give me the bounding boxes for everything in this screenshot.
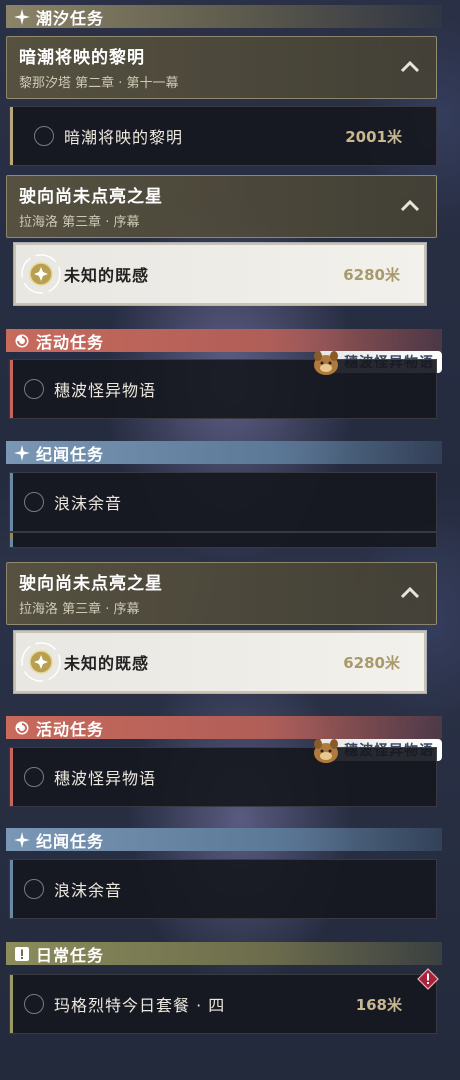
chapter-subtitle: 黎那汐塔 第二章 · 第十一幕 [19, 76, 179, 91]
quest-row-lore[interactable]: 浪沫余音 [9, 472, 437, 532]
quest-status-circle [24, 767, 44, 787]
quest-distance: 6280米 [343, 265, 400, 284]
quest-row-unknown-active[interactable]: 未知的既感 6280米 [13, 630, 427, 694]
compass-target-icon[interactable] [18, 251, 64, 297]
quest-list-panel-bottom[interactable]: 驶向尚未点亮之星 拉海洛 第三章 · 序幕 未知的既感 6280米 活动任务 穗… [0, 540, 460, 1080]
quest-name: 未知的既感 [64, 654, 150, 673]
section-header-lore[interactable]: 纪闻任务 [6, 828, 442, 851]
swirl-icon [12, 331, 32, 351]
sparkle-icon [12, 7, 32, 27]
chevron-up-icon[interactable] [400, 585, 420, 599]
quest-status-circle [24, 379, 44, 399]
quest-status-circle [24, 492, 44, 512]
quest-distance: 2001米 [345, 127, 402, 146]
section-header-tide[interactable]: 潮汐任务 [6, 5, 442, 28]
quest-row-partial[interactable] [9, 532, 437, 540]
quest-name: 浪沫余音 [54, 881, 123, 900]
quest-row-unknown-active[interactable]: 未知的既感 6280米 [13, 242, 427, 306]
chapter-title: 驶向尚未点亮之星 [19, 574, 163, 594]
sparkle-icon [12, 443, 32, 463]
quest-name: 浪沫余音 [54, 494, 123, 513]
dog-mascot-icon [310, 346, 342, 378]
quest-row-partial[interactable] [9, 540, 437, 548]
quest-row-lore[interactable]: 浪沫余音 [9, 859, 437, 919]
chapter-card-star[interactable]: 驶向尚未点亮之星 拉海洛 第三章 · 序幕 [6, 562, 437, 625]
quest-stripe [10, 360, 13, 418]
swirl-icon [12, 718, 32, 738]
section-title: 活动任务 [36, 719, 105, 739]
quest-name: 玛格烈特今日套餐 · 四 [54, 996, 226, 1015]
quest-name: 穗波怪异物语 [54, 381, 157, 400]
quest-stripe [10, 540, 13, 547]
quest-name: 未知的既感 [64, 266, 150, 285]
quest-row-dawn[interactable]: 暗潮将映的黎明 2001米 [9, 106, 437, 166]
warning-diamond-icon [417, 968, 439, 990]
section-title: 纪闻任务 [36, 831, 105, 851]
quest-stripe [10, 975, 13, 1033]
quest-name: 暗潮将映的黎明 [64, 128, 184, 147]
chapter-card-dawn[interactable]: 暗潮将映的黎明 黎那汐塔 第二章 · 第十一幕 [6, 36, 437, 99]
section-title: 纪闻任务 [36, 444, 105, 464]
quest-stripe [10, 107, 13, 165]
quest-stripe [10, 860, 13, 918]
quest-stripe [10, 473, 13, 531]
section-header-event[interactable]: 活动任务 [6, 716, 442, 739]
exclamation-box-icon [12, 944, 32, 964]
quest-stripe [10, 748, 13, 806]
quest-status-circle [24, 994, 44, 1014]
section-title: 活动任务 [36, 332, 105, 352]
chevron-up-icon[interactable] [400, 198, 420, 212]
quest-status-circle [24, 879, 44, 899]
section-header-lore[interactable]: 纪闻任务 [6, 441, 442, 464]
quest-distance: 6280米 [343, 653, 400, 672]
section-header-daily[interactable]: 日常任务 [6, 942, 442, 965]
quest-row-event[interactable]: 穗波怪异物语 [9, 747, 437, 807]
quest-stripe [10, 533, 13, 540]
sparkle-icon [12, 830, 32, 850]
section-title: 日常任务 [36, 945, 105, 965]
section-header-event[interactable]: 活动任务 [6, 329, 442, 352]
quest-name: 穗波怪异物语 [54, 769, 157, 788]
quest-list-panel-top[interactable]: 潮汐任务 暗潮将映的黎明 黎那汐塔 第二章 · 第十一幕 暗潮将映的黎明 200… [0, 0, 460, 540]
chapter-title: 驶向尚未点亮之星 [19, 187, 163, 207]
chevron-up-icon[interactable] [400, 59, 420, 73]
quest-distance: 168米 [355, 995, 402, 1014]
chapter-subtitle: 拉海洛 第三章 · 序幕 [19, 215, 140, 230]
chapter-subtitle: 拉海洛 第三章 · 序幕 [19, 602, 140, 617]
compass-target-icon[interactable] [18, 639, 64, 685]
section-title: 潮汐任务 [36, 8, 105, 28]
chapter-title: 暗潮将映的黎明 [19, 48, 145, 68]
quest-row-event[interactable]: 穗波怪异物语 [9, 359, 437, 419]
chapter-card-star[interactable]: 驶向尚未点亮之星 拉海洛 第三章 · 序幕 [6, 175, 437, 238]
dog-mascot-icon [310, 734, 342, 766]
quest-row-daily[interactable]: 玛格烈特今日套餐 · 四 168米 [9, 974, 437, 1034]
quest-status-circle [34, 126, 54, 146]
